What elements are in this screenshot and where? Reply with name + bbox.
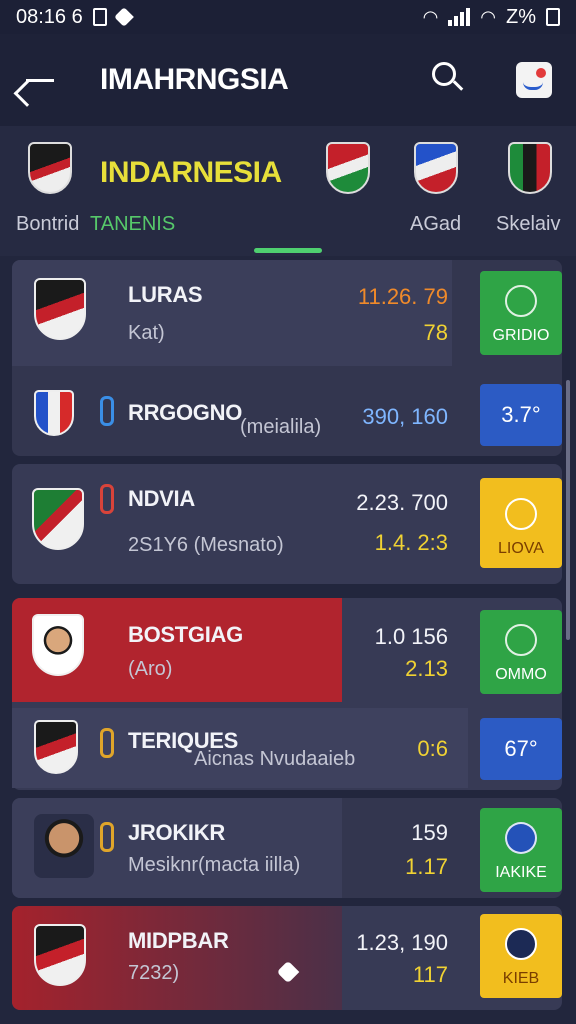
player-icon — [100, 728, 114, 758]
match-row[interactable]: LURAS Kat) 11.26. 79 78 GRIDIO — [12, 260, 562, 368]
match-row[interactable]: BOSTGIAG (Aro) 1.0 156 2.13 OMMO — [12, 598, 562, 702]
crest-emblem-icon — [505, 498, 537, 530]
player-crest — [32, 614, 84, 676]
bet-badge[interactable]: OMMO — [480, 610, 562, 694]
badge-label: GRIDIO — [492, 327, 550, 344]
odds-primary: 1.23, 190 — [356, 930, 448, 955]
odds-primary: 1.0 156 — [374, 624, 448, 649]
match-detail: (meialila) — [240, 416, 322, 438]
odds-primary: 0:6 — [417, 736, 448, 761]
bet-badge[interactable]: 3.7° — [480, 384, 562, 446]
bet-badge[interactable]: 67° — [480, 718, 562, 780]
search-icon[interactable] — [430, 60, 466, 96]
match-name: LURAS — [128, 282, 203, 307]
match-name: JROKIKR — [128, 820, 225, 845]
badge-label: OMMO — [495, 666, 547, 683]
bet-badge[interactable]: LIOVA — [480, 478, 562, 568]
club-logo-2[interactable] — [414, 142, 458, 194]
battery-icon — [546, 8, 560, 26]
tab-indicator — [254, 248, 322, 253]
bet-badge[interactable]: IAKIKE — [480, 808, 562, 892]
match-name: MIDPBAR — [128, 928, 229, 953]
odds-primary: 390, 160 — [362, 404, 448, 429]
match-detail: (Aro) — [128, 658, 173, 680]
badge-label: KIEB — [502, 970, 540, 987]
badge-label: IAKIKE — [495, 864, 547, 881]
badge-label: 3.7° — [501, 402, 541, 427]
bet-badge[interactable]: GRIDIO — [480, 271, 562, 355]
club-crest — [32, 488, 84, 550]
share-icon[interactable] — [516, 62, 552, 98]
badge-label: LIOVA — [498, 540, 544, 557]
odds-secondary: 2.13 — [405, 656, 448, 681]
odds-primary: 2.23. 700 — [356, 490, 448, 515]
match-name: RRGOGNO — [128, 400, 243, 425]
bet-badge[interactable]: KIEB — [480, 914, 562, 998]
wifi-icon-2: ◠ — [480, 6, 496, 27]
match-detail: 2S1Y6 (Mesnato) — [128, 534, 284, 556]
player-icon — [100, 396, 114, 426]
wifi-icon: ◠ — [422, 6, 439, 27]
club-crest — [34, 720, 78, 774]
club-crest — [34, 924, 86, 986]
team-header: INDARNESIA Bontrid TANENIS AGad Skelaiv — [0, 126, 576, 256]
match-detail: Kat) — [128, 322, 165, 344]
battery-text: Z% — [506, 5, 536, 28]
odds-primary: 11.26. 79 — [357, 284, 448, 309]
team-name: INDARNESIA — [100, 156, 282, 189]
match-name: BOSTGIAG — [128, 622, 243, 647]
odds-secondary: 1.17 — [405, 854, 448, 879]
status-time: 08:16 6 — [16, 5, 83, 28]
player-photo — [34, 814, 94, 878]
app-bar: IMAHRNGSIA — [0, 34, 576, 126]
crest-emblem-icon — [505, 928, 537, 960]
crest-emblem-icon — [505, 822, 537, 854]
tab-bontrid[interactable]: Bontrid — [16, 213, 79, 236]
match-detail: 7232) — [128, 962, 180, 984]
odds-secondary: 1.4. 2:3 — [374, 530, 448, 555]
back-arrow-icon[interactable] — [20, 60, 60, 100]
odds-secondary: 117 — [412, 962, 448, 987]
odds-secondary: 78 — [423, 320, 448, 345]
odds-primary: 159 — [411, 820, 448, 845]
player-icon — [100, 484, 114, 514]
team-logo — [28, 142, 72, 194]
crest-emblem-icon — [505, 285, 537, 317]
match-row[interactable]: NDVIA 2S1Y6 (Mesnato) 2.23. 700 1.4. 2:3… — [12, 464, 562, 584]
tab-skelaiv[interactable]: Skelaiv — [496, 213, 560, 236]
heart-notification-icon — [113, 7, 134, 27]
club-crest — [34, 390, 74, 436]
match-row[interactable]: JROKIKR Mesiknr(macta iilla) 159 1.17 IA… — [12, 798, 562, 898]
club-crest — [34, 278, 86, 340]
signal-icon — [448, 8, 471, 26]
club-logo-1[interactable] — [326, 142, 370, 194]
scrollbar[interactable] — [566, 380, 570, 640]
tab-agad[interactable]: AGad — [410, 213, 461, 236]
status-bar: 08:16 6 ◠ ◠ Z% — [0, 0, 576, 34]
match-row[interactable]: TERIQUES Aicnas Nvudaaieb 0:6 67° — [12, 708, 562, 790]
notification-icon — [92, 8, 107, 26]
match-row[interactable]: MIDPBAR 7232) 1.23, 190 117 KIEB — [12, 906, 562, 1010]
match-row[interactable]: RRGOGNO (meialila) 390, 160 3.7° — [12, 376, 562, 456]
crest-emblem-icon — [505, 624, 537, 656]
page-title: IMAHRNGSIA — [100, 63, 289, 96]
club-logo-3[interactable] — [508, 142, 552, 194]
tab-tanenis[interactable]: TANENIS — [90, 213, 175, 236]
match-detail: Mesiknr(macta iilla) — [128, 854, 301, 876]
match-detail: Aicnas Nvudaaieb — [194, 748, 356, 770]
player-icon — [100, 822, 114, 852]
badge-label: 67° — [504, 736, 538, 761]
match-name: NDVIA — [128, 486, 195, 511]
